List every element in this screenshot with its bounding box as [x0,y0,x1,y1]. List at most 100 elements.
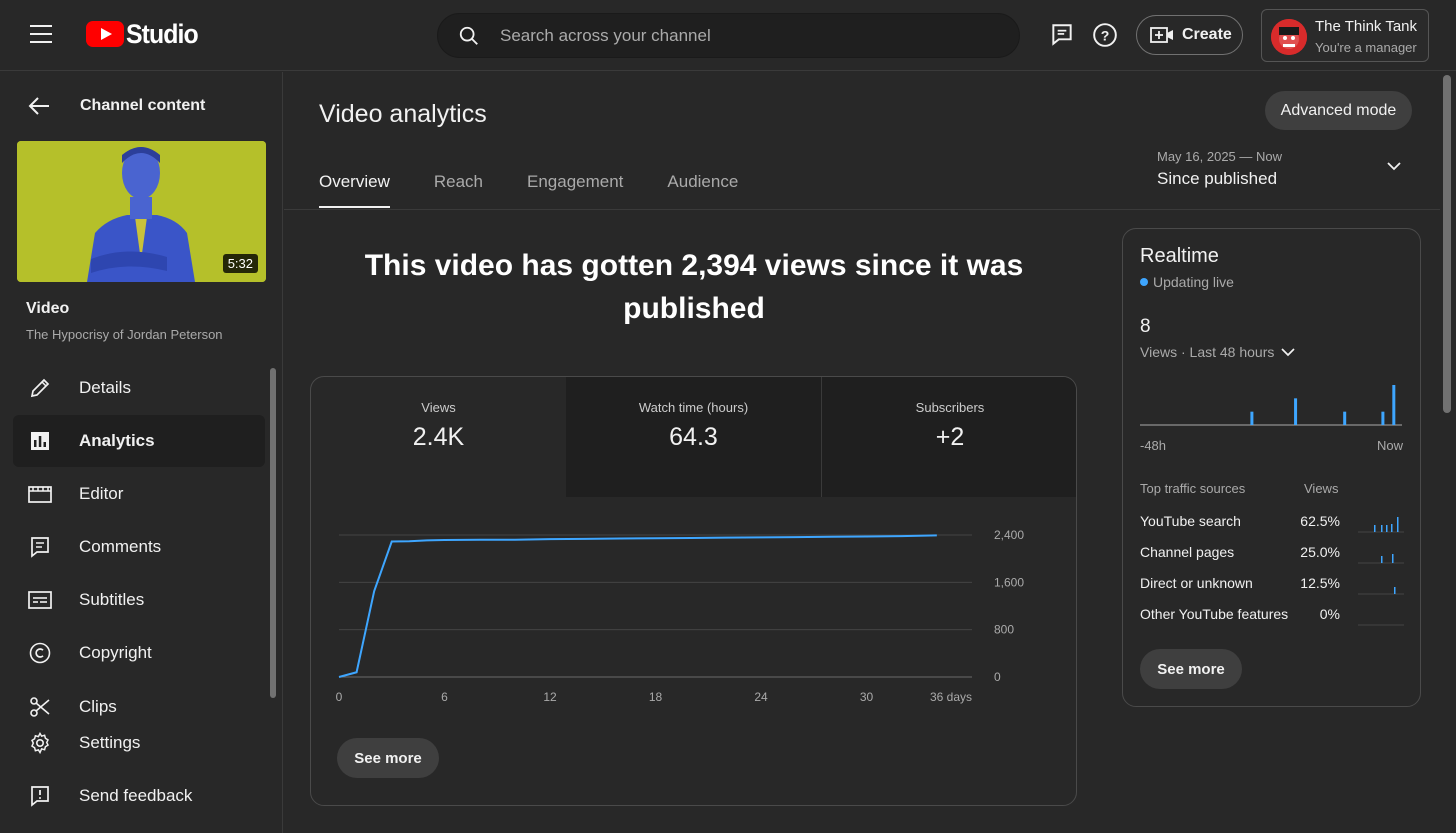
date-range-label: Since published [1157,169,1278,188]
back-to-channel-content[interactable]: Channel content [28,94,205,118]
account-name: The Think Tank [1315,18,1418,35]
traffic-header-views: Views [1304,481,1339,496]
account-role: You're a manager [1315,40,1417,55]
views-series-line[interactable] [338,534,937,678]
date-range-picker[interactable]: May 16, 2025 — Now Since published [1157,149,1407,189]
overview-card: Views 2.4K Watch time (hours) 64.3 Subsc… [310,376,1077,806]
realtime-bar[interactable] [1392,385,1396,425]
realtime-title: Realtime [1140,245,1219,267]
help-icon[interactable]: ? [1092,22,1118,48]
page-title: Video analytics [319,100,487,128]
menu-icon[interactable] [30,25,54,45]
clapperboard-icon [28,482,52,506]
metric-subscribers[interactable]: Subscribers +2 [821,377,1076,497]
studio-logo[interactable]: Studio [86,18,204,49]
realtime-bar[interactable] [1343,411,1347,425]
analytics-icon [28,429,52,453]
x-tick-label: 30 [860,690,874,704]
video-label: Video [26,300,70,317]
search-input[interactable] [500,14,1000,57]
live-dot-icon [1140,278,1148,286]
tab-overview[interactable]: Overview [319,172,390,208]
logo-text: Studio [126,18,199,49]
metric-label: Subscribers [915,400,985,415]
avatar [1271,19,1307,55]
video-thumbnail[interactable]: 5:32 [17,141,266,282]
pencil-icon [28,376,52,400]
sidebar-item-copyright[interactable]: Copyright [13,627,265,679]
create-label: Create [1182,26,1232,43]
realtime-bar[interactable] [1381,411,1385,425]
y-tick-label: 1,600 [994,575,1024,589]
arrow-back-icon [28,97,49,115]
sidebar-item-label: Comments [79,537,162,556]
sidebar-item-label: Subtitles [79,590,145,609]
sidebar-scrollbar[interactable] [270,368,276,698]
realtime-count: 8 [1140,316,1151,337]
gear-icon [28,731,52,755]
metric-label: Watch time (hours) [638,400,749,415]
sidebar-item-editor[interactable]: Editor [13,468,265,520]
traffic-source: Other YouTube features [1140,606,1289,622]
sidebar-item-label: Settings [79,733,141,752]
traffic-percent: 0% [1319,606,1340,622]
account-switcher[interactable]: The Think Tank You're a manager [1261,9,1429,62]
search-icon[interactable] [458,25,480,47]
traffic-percent: 25.0% [1300,544,1340,560]
x-tick-label: 6 [441,690,448,704]
realtime-see-more-button[interactable]: See more [1140,649,1242,689]
subtitles-icon [28,588,52,612]
x-tick-label: 0 [336,690,343,704]
x-tick-label: 36 days [930,690,972,704]
advanced-mode-button[interactable]: Advanced mode [1265,91,1412,130]
traffic-percent: 62.5% [1300,513,1340,529]
metric-value: 2.4K [412,423,465,451]
chevron-down-icon [1281,347,1295,356]
tab-reach[interactable]: Reach [434,172,483,208]
live-label: Updating live [1153,274,1234,290]
traffic-row[interactable]: Channel pages 25.0% [1140,544,1404,564]
see-more-button[interactable]: See more [337,738,439,778]
sidebar: Channel content 5:32 Video The Hypocrisy… [0,72,283,833]
realtime-axis-start: -48h [1140,438,1167,453]
copyright-icon [28,641,52,665]
metric-value: +2 [935,423,965,451]
traffic-row[interactable]: Other YouTube features 0% [1140,606,1404,626]
comment-feedback-icon[interactable] [1049,22,1075,48]
realtime-bar[interactable] [1250,411,1254,425]
realtime-period-dropdown[interactable]: Views · Last 48 hours [1140,344,1295,360]
realtime-live-status: Updating live [1140,274,1234,290]
sidebar-item-details[interactable]: Details [13,362,265,414]
sidebar-item-subtitles[interactable]: Subtitles [13,574,265,626]
x-tick-label: 24 [754,690,768,704]
search-bar [437,13,1020,58]
traffic-sparkline [1358,517,1404,533]
sidebar-item-label: Details [79,378,131,397]
traffic-row[interactable]: Direct or unknown 12.5% [1140,575,1404,595]
sidebar-item-comments[interactable]: Comments [13,521,265,573]
realtime-bar[interactable] [1294,398,1298,425]
tab-audience[interactable]: Audience [667,172,738,208]
period-label: Views · Last 48 hours [1140,344,1275,360]
traffic-sparkline [1358,587,1404,595]
traffic-row[interactable]: YouTube search 62.5% [1140,513,1404,533]
create-button[interactable]: Create [1136,15,1243,55]
traffic-sparkline [1358,554,1404,564]
sidebar-item-settings[interactable]: Settings [13,717,265,769]
metric-views[interactable]: Views 2.4K [311,377,566,497]
video-title: The Hypocrisy of Jordan Peterson [26,327,223,342]
sidebar-item-label: Copyright [79,643,152,662]
scissors-icon [28,695,52,719]
top-bar: Studio ? Create The Think Tank You're a … [0,0,1456,71]
back-label: Channel content [80,97,206,114]
sidebar-item-analytics[interactable]: Analytics [13,415,265,467]
metric-watch-time[interactable]: Watch time (hours) 64.3 [566,377,821,497]
traffic-header-source: Top traffic sources [1140,481,1246,496]
sidebar-item-send-feedback[interactable]: Send feedback [13,770,265,822]
tab-engagement[interactable]: Engagement [527,172,623,208]
page-scrollbar[interactable] [1443,75,1451,413]
y-tick-label: 2,400 [994,528,1024,542]
traffic-source: Channel pages [1140,544,1235,560]
realtime-card: Realtime Updating live 8 Views · Last 48… [1122,228,1421,707]
x-tick-label: 12 [543,690,557,704]
